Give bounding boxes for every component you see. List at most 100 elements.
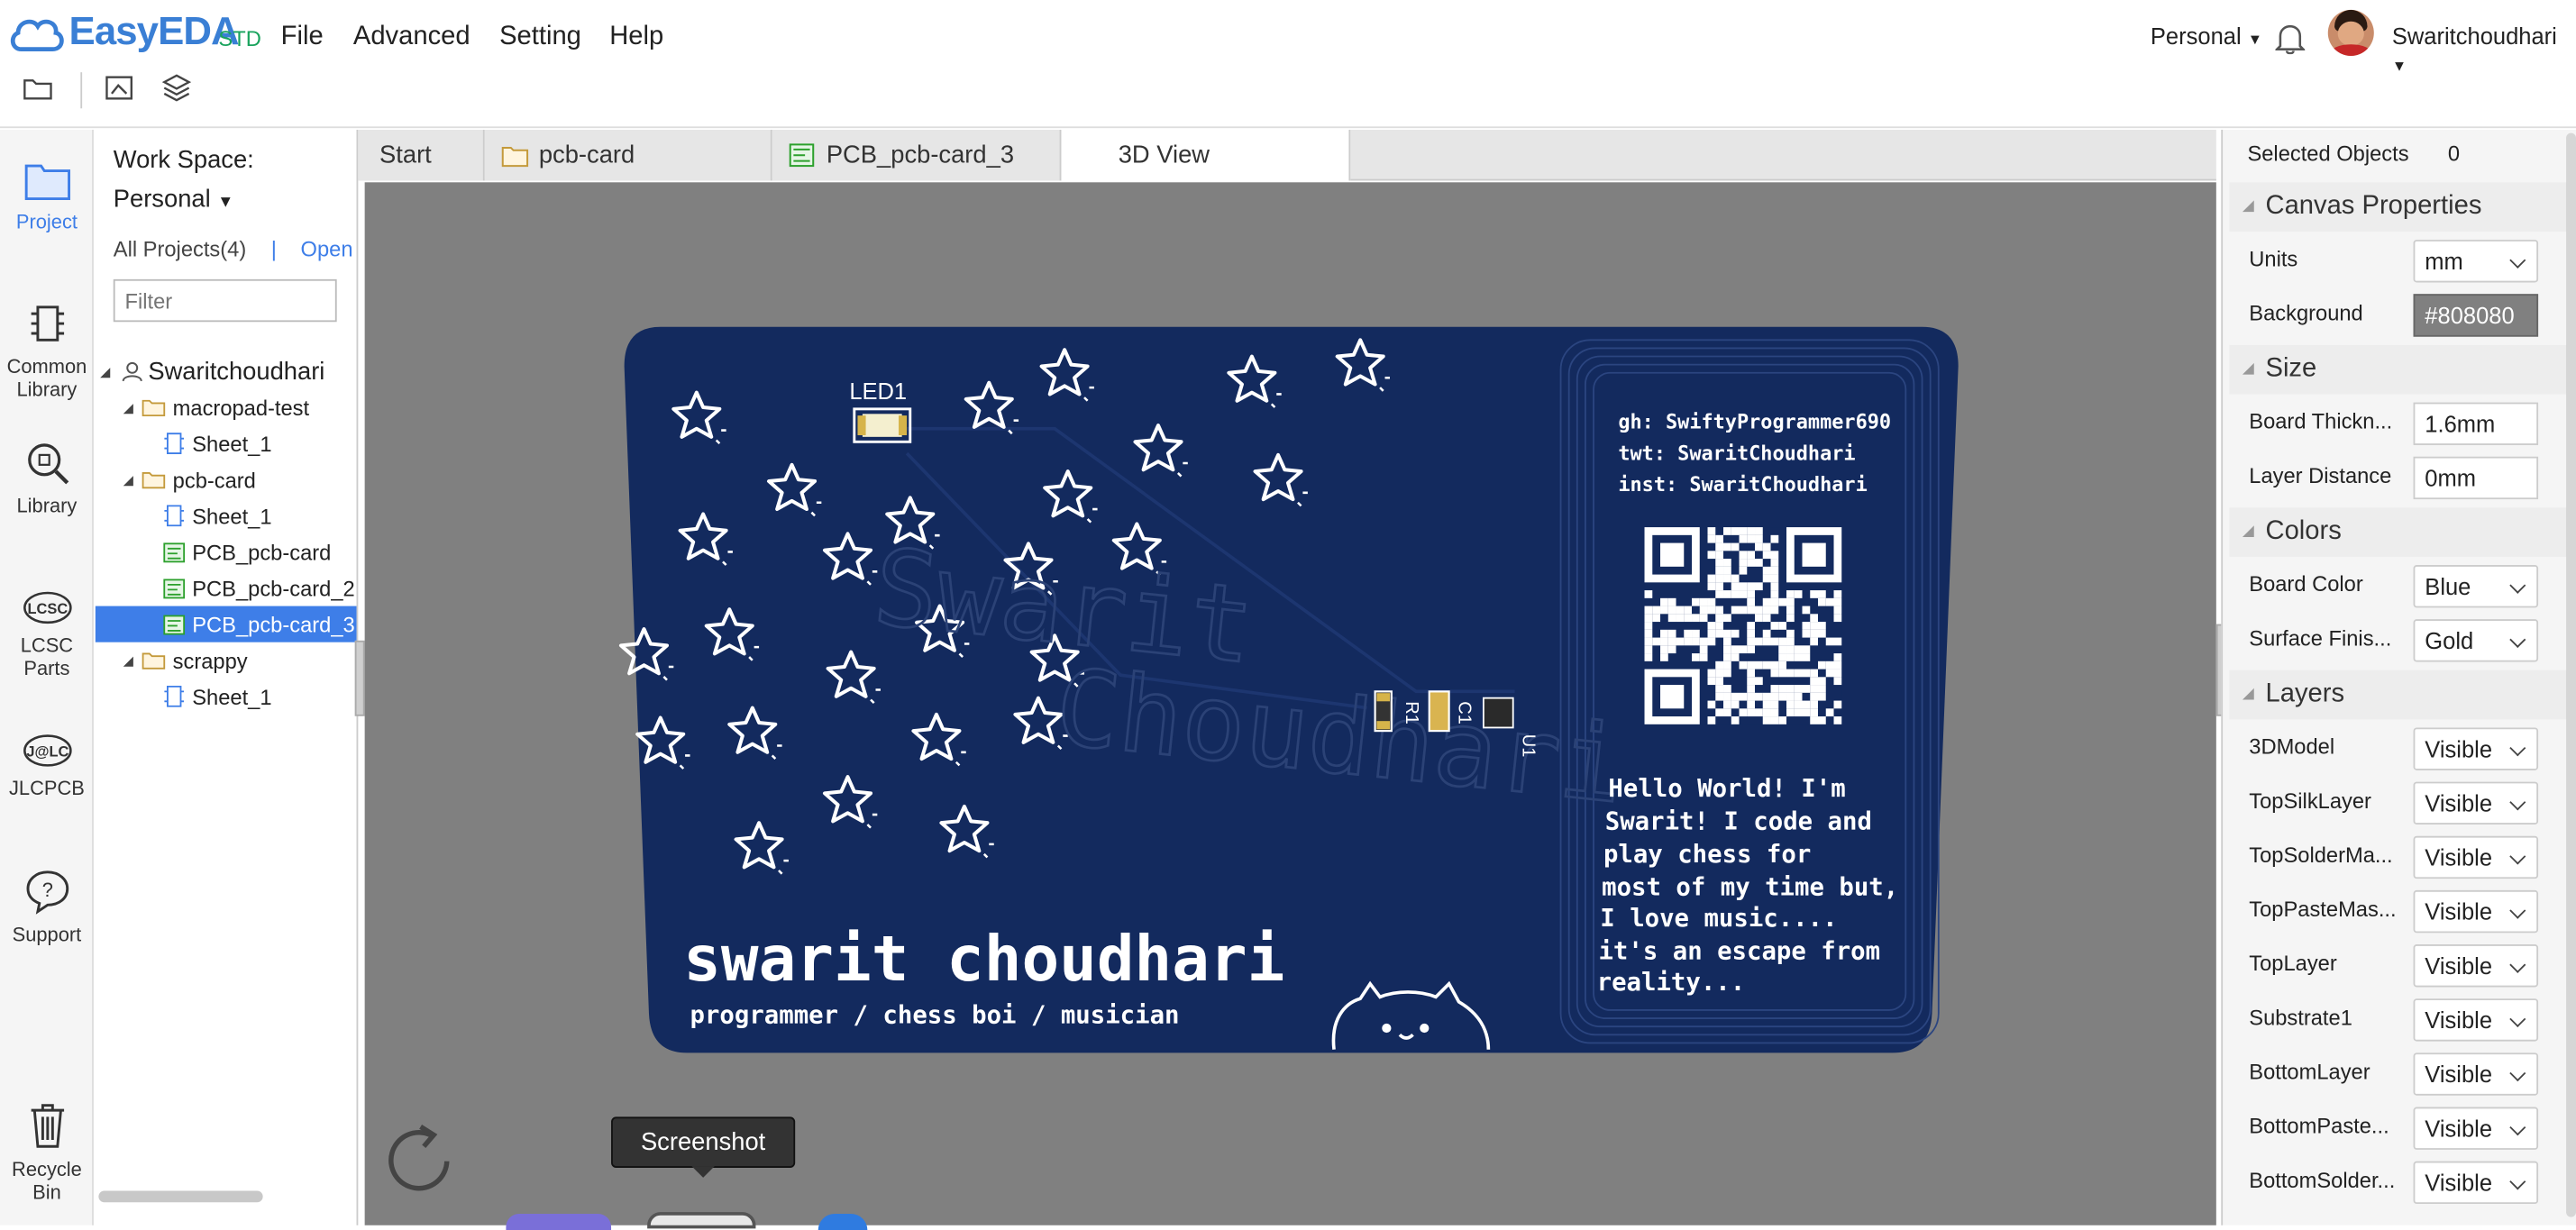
- nav-common-library[interactable]: Common Library: [0, 299, 94, 401]
- tab-pcb3[interactable]: PCB_pcb-card_3: [772, 129, 1062, 181]
- nav-jlcpcb[interactable]: J@LC JLCPCB: [0, 731, 94, 800]
- tree-project-scrappy[interactable]: ◢ scrappy: [96, 642, 357, 679]
- qr-module: [1667, 637, 1676, 646]
- workspace-switcher[interactable]: Personal ▼: [2151, 23, 2262, 50]
- qr-module: [1692, 637, 1700, 646]
- nav-common-library-label-1: Common: [6, 354, 87, 378]
- avatar[interactable]: [2327, 9, 2374, 56]
- qr-module: [1833, 597, 1842, 606]
- bio-line: Swarit! I code and: [1605, 807, 1872, 835]
- tree-project-pcb-card[interactable]: ◢ pcb-card: [96, 461, 357, 497]
- thickness-input[interactable]: 1.6mm: [2413, 402, 2539, 445]
- selected-objects-label: Selected Objects: [2247, 141, 2409, 167]
- qr-module: [1778, 692, 1787, 701]
- nav-lcsc-parts[interactable]: LCSC LCSC Parts: [0, 588, 94, 680]
- tree-sheet[interactable]: Sheet_1: [96, 425, 357, 461]
- vertical-scrollbar[interactable]: [2566, 132, 2576, 1217]
- partial-button[interactable]: [647, 1212, 756, 1229]
- menu-file[interactable]: File: [281, 23, 324, 53]
- all-projects-link[interactable]: All Projects(4): [114, 236, 246, 260]
- tree-project-macropad[interactable]: ◢ macropad-test: [96, 389, 357, 425]
- units-select[interactable]: mm: [2413, 240, 2539, 283]
- qr-module: [1755, 527, 1763, 535]
- layer-name: BottomLayer: [2249, 1059, 2370, 1084]
- surface-finish-select[interactable]: Gold: [2413, 619, 2539, 662]
- layer-visibility-select[interactable]: Visible: [2413, 1052, 2539, 1096]
- expand-arrow-icon[interactable]: ◢: [123, 472, 133, 487]
- layer-visibility-select[interactable]: Visible: [2413, 1107, 2539, 1150]
- qr-module: [1723, 685, 1731, 693]
- project-folder-icon: [142, 652, 166, 670]
- section-layers[interactable]: Layers: [2229, 670, 2568, 720]
- layer-visibility-select[interactable]: Visible: [2413, 835, 2539, 879]
- workspace-switcher-label: Personal: [2150, 23, 2242, 50]
- section-colors[interactable]: Colors: [2229, 507, 2568, 557]
- workspace-dropdown-value: Personal: [113, 185, 211, 214]
- qr-module: [1747, 597, 1756, 606]
- open-project-icon[interactable]: [104, 72, 135, 104]
- bell-icon[interactable]: [2275, 22, 2306, 55]
- qr-module: [1762, 574, 1771, 583]
- layer-visibility-select[interactable]: Visible: [2413, 727, 2539, 770]
- layer-visibility-select[interactable]: Visible: [2413, 889, 2539, 934]
- 3d-canvas[interactable]: Swarit Choudhari LED1 R1 C1 U1 gh: Swift…: [364, 182, 2216, 1230]
- section-title: Layers: [2265, 679, 2345, 708]
- section-size[interactable]: Size: [2229, 344, 2568, 395]
- qr-module: [1723, 542, 1731, 551]
- layer-visibility-select[interactable]: Visible: [2413, 1161, 2539, 1205]
- tab-3d-view[interactable]: 3D View: [1061, 129, 1351, 181]
- board-color-select[interactable]: Blue: [2413, 565, 2539, 608]
- qr-module: [1660, 645, 1668, 654]
- nav-library[interactable]: Library: [0, 439, 94, 517]
- workspace-dropdown[interactable]: Personal ▼: [114, 186, 234, 214]
- caret-down-icon: ▼: [2247, 31, 2263, 48]
- nav-recycle-bin[interactable]: Recycle Bin: [0, 1098, 94, 1204]
- expand-arrow-icon[interactable]: ◢: [123, 653, 133, 668]
- nav-project[interactable]: Project: [0, 158, 94, 233]
- qr-module: [1707, 669, 1716, 678]
- menu-setting[interactable]: Setting: [499, 23, 581, 53]
- bio-line: most of my time but,: [1602, 873, 1898, 901]
- tree-pcb[interactable]: PCB_pcb-card_2: [96, 569, 357, 606]
- user-menu[interactable]: Swaritchoudhari ▼: [2392, 23, 2576, 76]
- layer-distance-input[interactable]: 0mm: [2413, 456, 2539, 500]
- filter-input[interactable]: [113, 278, 337, 323]
- tab-pcb-card[interactable]: pcb-card: [484, 129, 772, 181]
- partial-button[interactable]: [506, 1213, 612, 1230]
- tree-pcb[interactable]: PCB_pcb-card: [96, 533, 357, 569]
- layer-visibility-select[interactable]: Visible: [2413, 998, 2539, 1042]
- partial-button[interactable]: [818, 1213, 868, 1230]
- tree-root[interactable]: ◢ Swaritchoudhari: [96, 353, 357, 389]
- folder-icon[interactable]: [23, 76, 53, 102]
- tab-start[interactable]: Start: [358, 129, 485, 181]
- open-link[interactable]: Open: [301, 236, 353, 260]
- trash-icon: [30, 1104, 64, 1148]
- expand-arrow-icon[interactable]: ◢: [123, 400, 133, 415]
- tree-sheet[interactable]: Sheet_1: [96, 497, 357, 533]
- qr-module: [1715, 606, 1724, 615]
- layers-icon[interactable]: [161, 72, 193, 104]
- background-color-input[interactable]: #808080: [2413, 294, 2539, 337]
- qr-module: [1747, 645, 1756, 654]
- layer-visibility-select[interactable]: Visible: [2413, 781, 2539, 825]
- expand-arrow-icon[interactable]: ◢: [100, 364, 110, 378]
- qr-module: [1715, 614, 1724, 623]
- qr-module: [1802, 653, 1811, 661]
- menu-advanced[interactable]: Advanced: [353, 23, 470, 53]
- qr-module: [1715, 574, 1724, 583]
- workspace-label: Work Space:: [113, 146, 254, 175]
- section-canvas-properties[interactable]: Canvas Properties: [2229, 182, 2568, 232]
- panel-collapse-handle[interactable]: [354, 640, 365, 716]
- tree-pcb-selected[interactable]: PCB_pcb-card_3: [95, 606, 357, 642]
- qr-module: [1739, 582, 1748, 591]
- qr-module: [1731, 582, 1740, 591]
- horizontal-scrollbar[interactable]: [98, 1190, 263, 1203]
- app-logo[interactable]: EasyEDA: [69, 10, 240, 56]
- nav-support[interactable]: ? Support: [0, 867, 94, 946]
- qr-module: [1747, 661, 1756, 670]
- tree-sheet[interactable]: Sheet_1: [96, 679, 357, 715]
- reset-view-icon[interactable]: [378, 1120, 460, 1202]
- pcb-icon: [789, 143, 815, 168]
- menu-help[interactable]: Help: [609, 23, 663, 53]
- layer-visibility-select[interactable]: Visible: [2413, 944, 2539, 988]
